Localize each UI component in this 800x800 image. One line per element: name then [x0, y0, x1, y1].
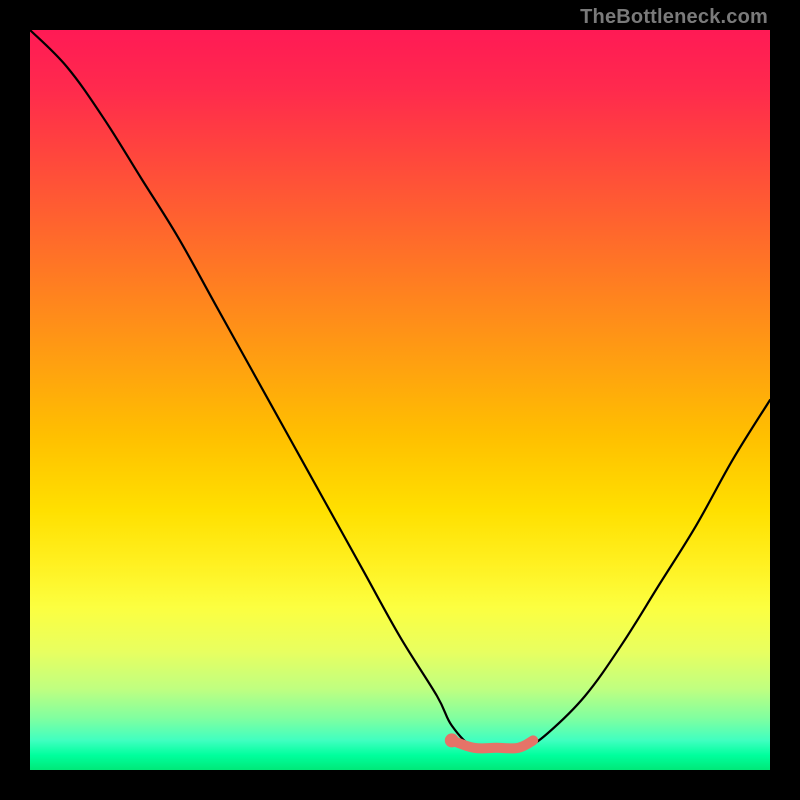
- flat-valley-marker-line: [452, 740, 533, 748]
- attribution-label: TheBottleneck.com: [580, 6, 768, 29]
- bottleneck-curve: [30, 30, 770, 750]
- plot-area: [30, 30, 770, 770]
- chart-container: TheBottleneck.com: [0, 0, 800, 800]
- chart-svg: [30, 30, 770, 770]
- valley-start-dot: [445, 733, 459, 747]
